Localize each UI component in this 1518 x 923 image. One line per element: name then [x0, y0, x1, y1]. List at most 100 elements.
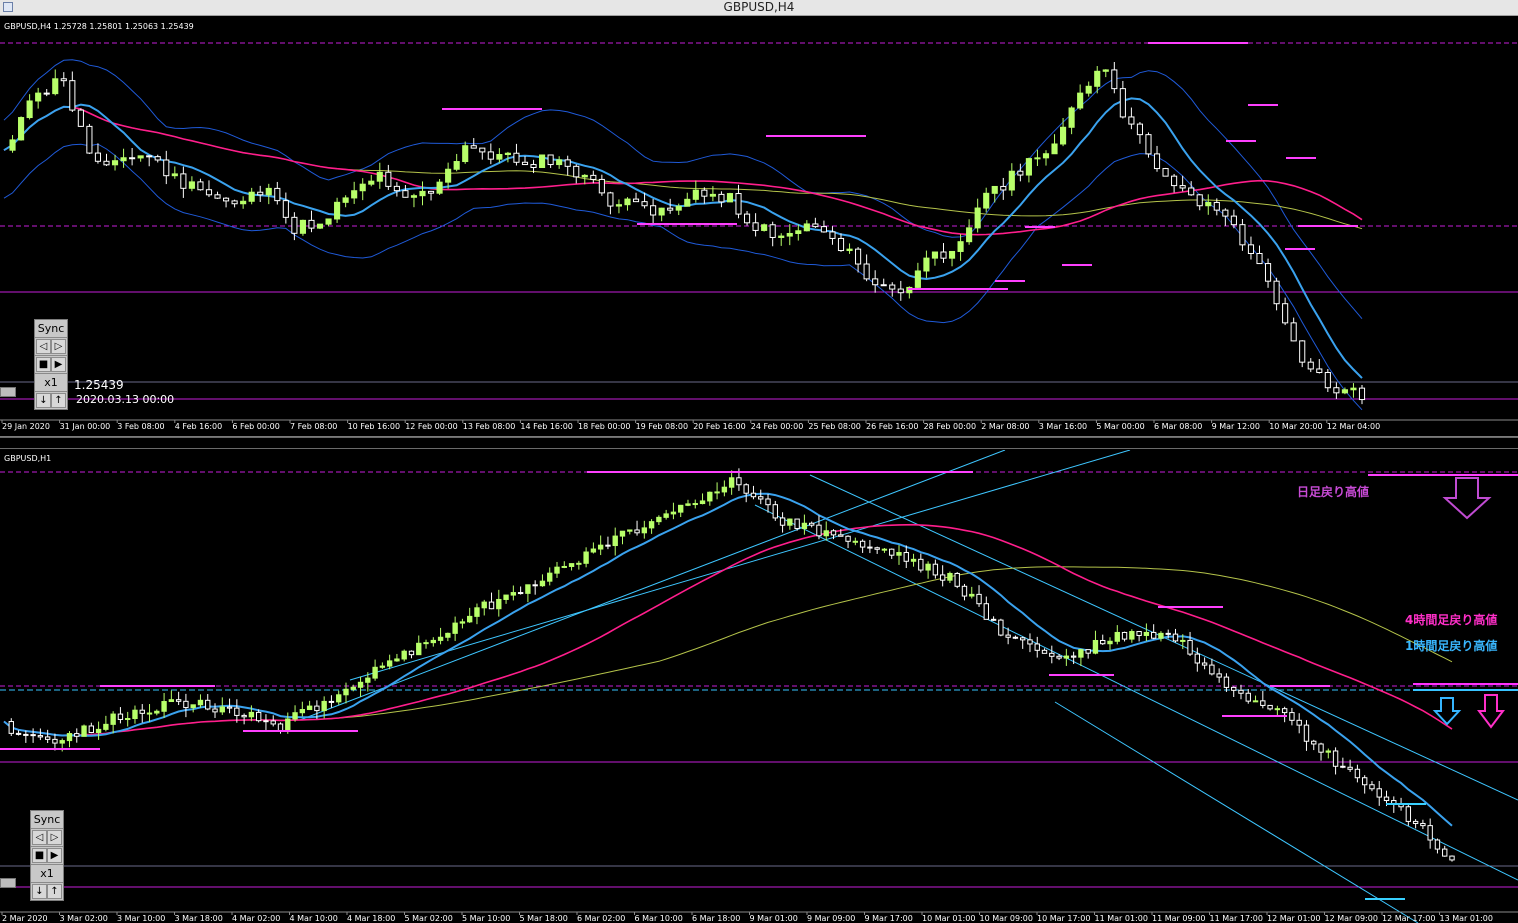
candle-body [137, 155, 144, 159]
speed-down-button[interactable]: ↓ [36, 393, 51, 408]
stop-button[interactable]: ■ [32, 848, 47, 863]
candle-body [1070, 655, 1077, 658]
candle-body [1341, 389, 1348, 394]
candle-body [619, 530, 626, 537]
speed-label[interactable]: x1 [35, 374, 67, 392]
candle-body [171, 173, 178, 177]
candle-body [1194, 653, 1201, 664]
candle-body [436, 181, 443, 194]
candle-body [564, 159, 571, 167]
candle-body [1449, 855, 1455, 861]
x-tick-label: 4 Mar 02:00 [232, 914, 280, 923]
speed-up-button[interactable]: ↑ [47, 884, 62, 899]
candle-body [517, 592, 524, 595]
candle-body [966, 227, 973, 243]
next-bar-button[interactable]: ▷ [47, 830, 62, 845]
h4-scroll-tab[interactable] [0, 387, 16, 397]
candle-body [880, 284, 887, 287]
stop-button[interactable]: ■ [36, 357, 51, 372]
candle-body [1165, 632, 1171, 635]
candle-body [496, 154, 503, 160]
candle-body [787, 518, 793, 526]
candle-body [735, 193, 742, 215]
candle-body [663, 513, 669, 518]
candle-body [416, 642, 422, 656]
h1-chart-pane[interactable]: 2 Mar 2020 3 Mar 02:00 3 Mar 10:00 3 Mar 18… [0, 450, 1518, 923]
candle-body [168, 699, 175, 703]
x-tick-label: 12 Mar 09:00 [1325, 914, 1378, 923]
candle-body [479, 147, 486, 153]
candle-body [820, 226, 827, 233]
h1-scroll-tab[interactable] [0, 878, 16, 888]
candle-body [234, 707, 240, 716]
candle-body [402, 190, 409, 198]
x-tick-label: 10 Feb 16:00 [348, 422, 400, 431]
candle-body [1383, 796, 1390, 802]
candle-body [60, 78, 67, 82]
candle-body [939, 574, 946, 581]
candle-body [530, 164, 537, 169]
h4-chart-canvas[interactable]: 29 Jan 2020 31 Jan 00:00 3 Feb 08:00 4 Feb … [0, 16, 1518, 436]
candle-body [1231, 686, 1237, 691]
candle-body [154, 710, 160, 714]
pane-separator[interactable] [0, 437, 1518, 449]
candle-body [830, 530, 837, 536]
h1-chart-canvas[interactable]: 2 Mar 2020 3 Mar 02:00 3 Mar 10:00 3 Mar 18… [0, 450, 1518, 923]
candle-body [74, 733, 80, 737]
candle-body [1316, 368, 1323, 374]
candle-body [376, 171, 383, 182]
x-tick-label: 11 Mar 09:00 [1152, 914, 1205, 923]
next-bar-button[interactable]: ▷ [51, 339, 66, 354]
candle-body [180, 173, 187, 189]
x-tick-label: 12 Mar 01:00 [1267, 914, 1320, 923]
candle-body [525, 584, 531, 594]
candle-body [1179, 185, 1186, 189]
speed-up-button[interactable]: ↑ [51, 393, 66, 408]
candle-body [86, 125, 93, 154]
candle-body [948, 250, 956, 259]
play-button[interactable]: ▶ [51, 357, 66, 372]
candle-body [561, 565, 567, 568]
prev-bar-button[interactable]: ◁ [32, 830, 47, 845]
candle-body [277, 723, 284, 732]
candle-body [947, 572, 953, 581]
candle-body [1100, 639, 1106, 645]
candle-body [1034, 157, 1041, 160]
candle-body [111, 160, 119, 166]
h4-chart-pane[interactable]: 29 Jan 2020 31 Jan 00:00 3 Feb 08:00 4 Feb … [0, 16, 1518, 437]
candle-body [795, 230, 802, 234]
candle-body [801, 522, 808, 530]
speed-label[interactable]: x1 [31, 865, 63, 883]
speed-down-button[interactable]: ↓ [32, 884, 47, 899]
x-tick-label: 4 Mar 18:00 [347, 914, 395, 923]
candle-body [1273, 280, 1280, 305]
candle-body [583, 551, 589, 564]
candle-body [161, 701, 167, 712]
candle-body [1209, 664, 1215, 675]
candle-body [597, 544, 604, 550]
candle-body [445, 632, 451, 638]
candle-body [658, 207, 665, 216]
candle-body [743, 484, 749, 494]
x-tick-label: 9 Mar 09:00 [807, 914, 855, 923]
candle-body [872, 278, 879, 286]
candle-body [1296, 719, 1302, 726]
candle-body [998, 619, 1004, 636]
candle-body [285, 718, 291, 732]
candle-body [219, 706, 225, 713]
candle-body [77, 109, 84, 127]
candle-body [43, 92, 50, 95]
x-tick-label: 12 Feb 00:00 [405, 422, 457, 431]
candle-body [1201, 662, 1208, 666]
play-button[interactable]: ▶ [47, 848, 62, 863]
candle-body [248, 711, 255, 718]
x-tick-label: 12 Mar 17:00 [1382, 914, 1435, 923]
prev-bar-button[interactable]: ◁ [36, 339, 51, 354]
candle-body [838, 534, 844, 537]
h4-chart-header: GBPUSD,H4 1.25728 1.25801 1.25063 1.2543… [4, 22, 194, 31]
candle-body [823, 530, 829, 537]
x-tick-label: 2 Mar 2020 [2, 914, 48, 923]
candle-body [66, 733, 73, 742]
candle-body [423, 642, 429, 645]
candle-body [685, 503, 691, 506]
